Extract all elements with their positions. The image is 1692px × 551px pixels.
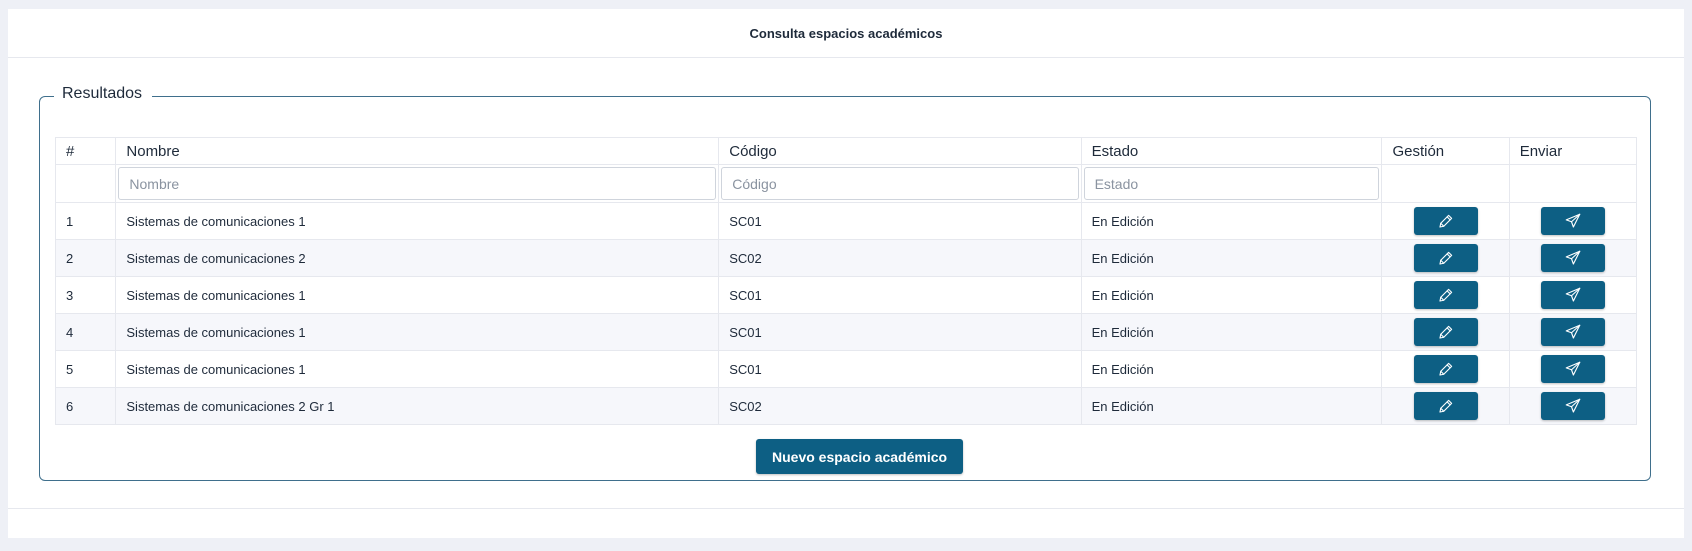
pencil-icon xyxy=(1437,360,1455,378)
send-icon xyxy=(1564,249,1582,267)
page-title: Consulta espacios académicos xyxy=(8,9,1684,58)
row-gestion-cell xyxy=(1381,313,1510,351)
column-header-number: # xyxy=(54,137,117,165)
filter-cell-empty xyxy=(1508,164,1638,203)
edit-button[interactable] xyxy=(1413,318,1478,346)
row-estado: En Edición xyxy=(1080,276,1383,314)
row-enviar-cell xyxy=(1508,350,1638,388)
footer-divider xyxy=(8,508,1684,509)
row-number: 4 xyxy=(54,313,117,351)
row-codigo: SC01 xyxy=(718,313,1082,351)
edit-button[interactable] xyxy=(1413,355,1478,383)
results-table: # Nombre Código Estado Gestión Enviar 1 xyxy=(54,137,1638,425)
row-gestion-cell xyxy=(1381,276,1510,314)
send-icon xyxy=(1564,212,1582,230)
row-number: 6 xyxy=(54,387,117,425)
row-nombre: Sistemas de comunicaciones 1 xyxy=(115,350,720,388)
send-button[interactable] xyxy=(1540,318,1605,346)
row-nombre: Sistemas de comunicaciones 2 Gr 1 xyxy=(115,387,720,425)
edit-button[interactable] xyxy=(1413,244,1478,272)
row-gestion-cell xyxy=(1381,350,1510,388)
consulta-card: Consulta espacios académicos Resultados … xyxy=(8,9,1684,538)
row-nombre: Sistemas de comunicaciones 1 xyxy=(115,276,720,314)
send-icon xyxy=(1564,323,1582,341)
edit-button[interactable] xyxy=(1413,392,1478,420)
row-enviar-cell xyxy=(1508,313,1638,351)
row-number: 1 xyxy=(54,202,117,240)
row-enviar-cell xyxy=(1508,202,1638,240)
column-header-nombre: Nombre xyxy=(115,137,720,165)
column-header-codigo: Código xyxy=(718,137,1082,165)
row-number: 5 xyxy=(54,350,117,388)
table-row: 1 Sistemas de comunicaciones 1 SC01 En E… xyxy=(54,202,1638,240)
new-academic-space-button[interactable]: Nuevo espacio académico xyxy=(756,439,964,474)
row-estado: En Edición xyxy=(1080,350,1383,388)
edit-button[interactable] xyxy=(1413,281,1478,309)
row-enviar-cell xyxy=(1508,276,1638,314)
filter-cell-empty xyxy=(1381,164,1510,203)
filter-row xyxy=(54,164,1638,203)
row-estado: En Edición xyxy=(1080,239,1383,277)
row-gestion-cell xyxy=(1381,202,1510,240)
row-number: 2 xyxy=(54,239,117,277)
estado-filter-input[interactable] xyxy=(1083,167,1380,200)
row-estado: En Edición xyxy=(1080,387,1383,425)
filter-cell-empty xyxy=(54,164,117,203)
column-header-estado: Estado xyxy=(1080,137,1383,165)
edit-button[interactable] xyxy=(1413,207,1478,235)
pencil-icon xyxy=(1437,323,1455,341)
send-icon xyxy=(1564,286,1582,304)
row-codigo: SC01 xyxy=(718,350,1082,388)
row-estado: En Edición xyxy=(1080,313,1383,351)
row-number: 3 xyxy=(54,276,117,314)
row-enviar-cell xyxy=(1508,387,1638,425)
send-button[interactable] xyxy=(1540,355,1605,383)
row-nombre: Sistemas de comunicaciones 1 xyxy=(115,202,720,240)
send-button[interactable] xyxy=(1540,244,1605,272)
send-button[interactable] xyxy=(1540,392,1605,420)
table-row: 3 Sistemas de comunicaciones 1 SC01 En E… xyxy=(54,276,1638,314)
row-codigo: SC02 xyxy=(718,239,1082,277)
send-button[interactable] xyxy=(1540,207,1605,235)
row-nombre: Sistemas de comunicaciones 1 xyxy=(115,313,720,351)
pencil-icon xyxy=(1437,286,1455,304)
column-header-enviar: Enviar xyxy=(1508,137,1638,165)
table-row: 5 Sistemas de comunicaciones 1 SC01 En E… xyxy=(54,350,1638,388)
pencil-icon xyxy=(1437,212,1455,230)
pencil-icon xyxy=(1437,249,1455,267)
send-button[interactable] xyxy=(1540,281,1605,309)
send-icon xyxy=(1564,360,1582,378)
pencil-icon xyxy=(1437,397,1455,415)
row-estado: En Edición xyxy=(1080,202,1383,240)
nombre-filter-input[interactable] xyxy=(118,167,717,200)
table-row: 2 Sistemas de comunicaciones 2 SC02 En E… xyxy=(54,239,1638,277)
row-gestion-cell xyxy=(1381,387,1510,425)
table-row: 4 Sistemas de comunicaciones 1 SC01 En E… xyxy=(54,313,1638,351)
row-nombre: Sistemas de comunicaciones 2 xyxy=(115,239,720,277)
table-header-row: # Nombre Código Estado Gestión Enviar xyxy=(54,137,1638,165)
table-row: 6 Sistemas de comunicaciones 2 Gr 1 SC02… xyxy=(54,387,1638,425)
row-codigo: SC02 xyxy=(718,387,1082,425)
results-legend: Resultados xyxy=(54,85,153,103)
row-codigo: SC01 xyxy=(718,276,1082,314)
results-fieldset: Resultados # Nombre Código Estado Gestió… xyxy=(39,85,1651,481)
row-enviar-cell xyxy=(1508,239,1638,277)
codigo-filter-input[interactable] xyxy=(721,167,1079,200)
send-icon xyxy=(1564,397,1582,415)
row-codigo: SC01 xyxy=(718,202,1082,240)
column-header-gestion: Gestión xyxy=(1381,137,1510,165)
row-gestion-cell xyxy=(1381,239,1510,277)
